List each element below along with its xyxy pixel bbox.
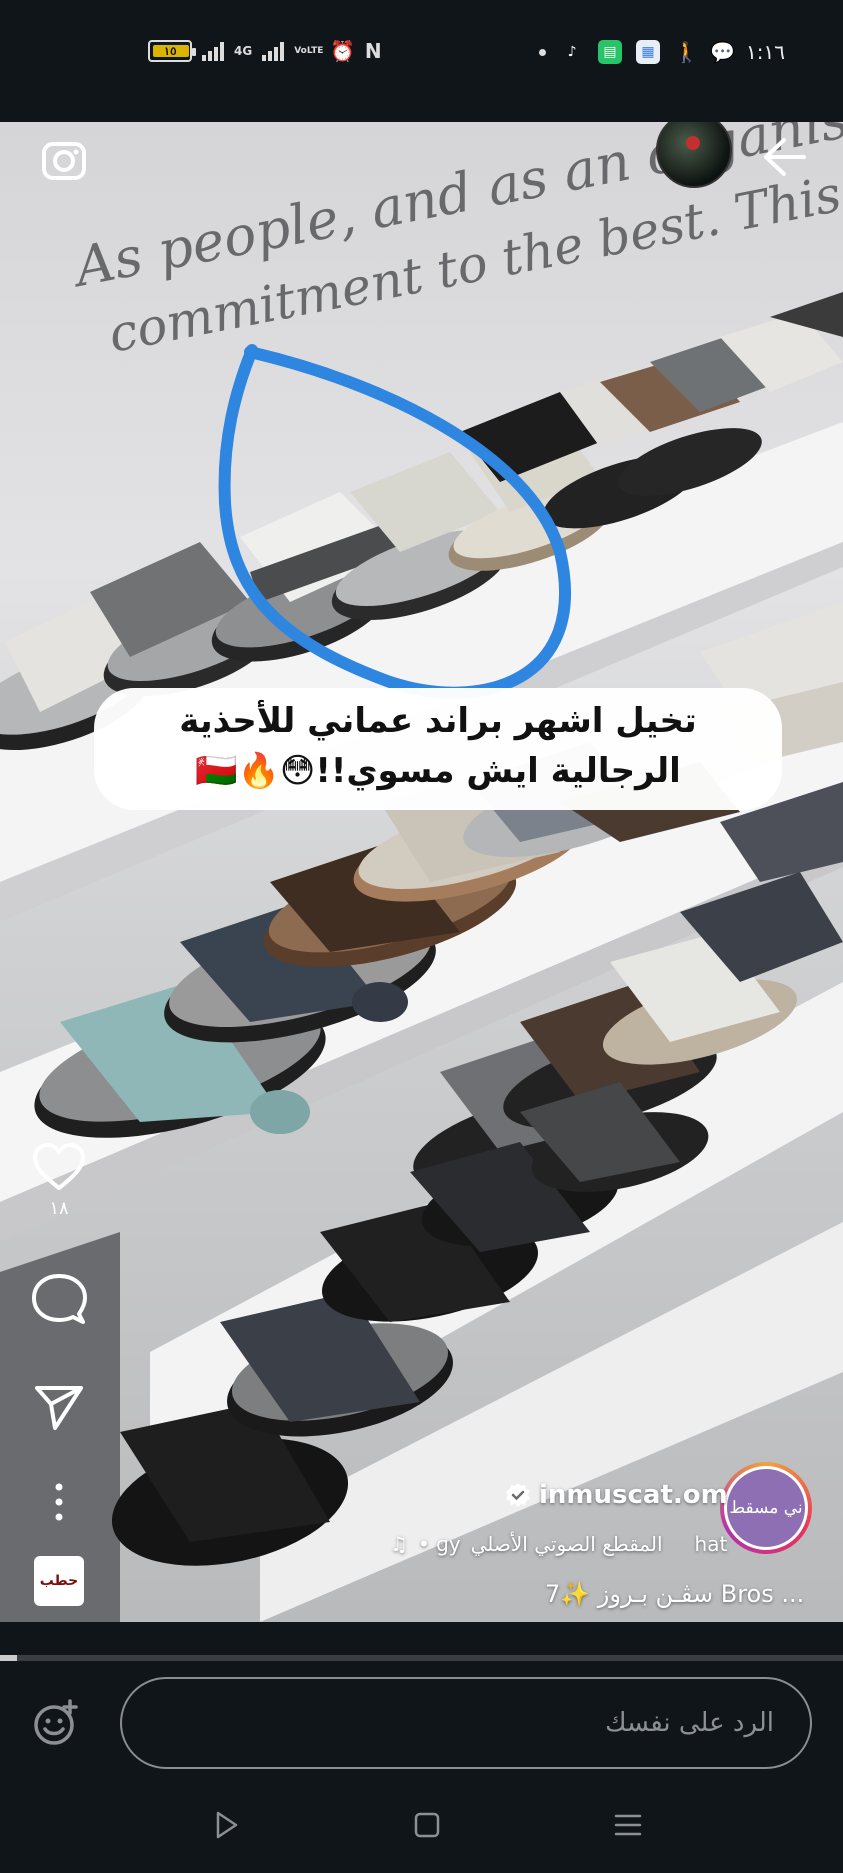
likes-count: ١٨ — [49, 1198, 69, 1219]
tiktok-icon: ♪ — [560, 40, 585, 64]
add-emoji-icon[interactable] — [32, 1699, 80, 1747]
chat-icon: 💬 — [710, 40, 735, 64]
back-arrow-icon[interactable] — [760, 132, 810, 182]
signal-icon — [202, 41, 224, 61]
shoe-display-photo — [0, 292, 843, 1622]
reply-input[interactable] — [120, 1677, 812, 1769]
share-action[interactable] — [28, 1382, 90, 1432]
signal-icon-2 — [262, 41, 285, 61]
audio-info[interactable]: ♫ • ɡy المقطع الصوتي الأصلي hat — [390, 1532, 727, 1556]
comment-icon[interactable] — [31, 1272, 87, 1326]
audio-title: المقطع الصوتي الأصلي — [470, 1532, 663, 1556]
account-avatar[interactable]: ني مسقط — [720, 1462, 812, 1554]
story-media[interactable]: As people, and as an organisation, we ar… — [0, 122, 843, 1622]
status-left: ١٥ 4G VoLTE ⏰ N — [148, 40, 384, 62]
nfc-icon: N — [364, 39, 382, 63]
verified-icon — [506, 1483, 530, 1507]
caption-sticker: تخيل اشهر براند عماني للأحذية الرجالية ا… — [94, 688, 782, 810]
accessibility-icon: 🚶 — [674, 40, 699, 64]
more-options[interactable] — [28, 1482, 90, 1522]
status-right: ♪ ▤ ▦ 🚶 💬 ١:١٦ — [539, 40, 785, 64]
more-vertical-icon[interactable] — [53, 1482, 65, 1522]
volte-icon: VoLTE — [294, 45, 324, 56]
reply-bar — [0, 1661, 843, 1779]
status-bar: ١٥ 4G VoLTE ⏰ N ♪ ▤ ▦ 🚶 💬 ١:١٦ — [0, 0, 843, 122]
account-avatar-text: ني مسقط — [724, 1466, 808, 1550]
recents-menu-icon[interactable] — [612, 1809, 644, 1841]
send-icon[interactable] — [33, 1382, 85, 1432]
alarm-icon: ⏰ — [330, 39, 356, 63]
network-type: 4G — [234, 43, 253, 58]
music-thumbnail[interactable]: حطب — [34, 1556, 84, 1606]
audio-prefix: hat — [694, 1532, 728, 1556]
app-icon: ▤ — [598, 40, 623, 64]
clock: ١:١٦ — [746, 40, 785, 64]
battery-level: ١٥ — [163, 44, 177, 58]
caption-line2: الرجالية ايش مسوي!!😳🔥🇴🇲 — [195, 751, 681, 791]
app-icon-2: ▦ — [636, 40, 661, 64]
system-nav-bar — [0, 1779, 843, 1873]
audio-suffix: • ɡy — [417, 1532, 461, 1556]
dot-icon — [539, 48, 547, 56]
account-name-row[interactable]: inmuscat.om — [505, 1480, 728, 1510]
heart-icon[interactable] — [31, 1142, 87, 1192]
like-action[interactable]: ١٨ — [28, 1142, 90, 1219]
camera-icon[interactable] — [38, 134, 90, 186]
account-name[interactable]: inmuscat.om — [539, 1480, 728, 1510]
comment-action[interactable] — [28, 1272, 90, 1326]
caption-line1: تخيل اشهر براند عماني للأحذية — [179, 701, 697, 741]
story-description[interactable]: سڤـن بـروز ✨7 Bros ... — [545, 1580, 804, 1608]
music-thumb-text: حطب — [39, 1573, 79, 1589]
music-note-icon: ♫ — [390, 1532, 408, 1556]
back-triangle-icon[interactable] — [210, 1809, 242, 1841]
battery-icon: ١٥ — [148, 40, 196, 62]
home-square-icon[interactable] — [411, 1809, 443, 1841]
